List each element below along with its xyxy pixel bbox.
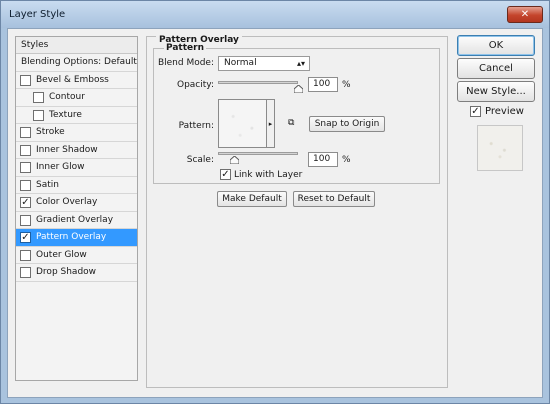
title-bar[interactable]: Layer Style ✕ [1,1,549,28]
style-item-label: Outer Glow [36,249,87,260]
style-item-label: Gradient Overlay [36,214,114,225]
opacity-slider[interactable] [218,81,298,84]
reset-to-default-button[interactable]: Reset to Default [293,191,375,207]
styles-header[interactable]: Styles [16,37,137,54]
preview-label: Preview [485,106,524,117]
blend-mode-label: Blend Mode: [157,58,214,68]
style-item-satin[interactable]: Satin [16,177,137,194]
link-with-layer-checkbox[interactable]: ✓ [220,169,231,180]
style-item-label: Inner Shadow [36,144,98,155]
new-preset-icon[interactable]: ⧉ [288,118,294,128]
style-item-checkbox[interactable] [20,179,31,191]
style-item-drop-shadow[interactable]: Drop Shadow [16,264,137,282]
scale-slider-thumb[interactable] [229,156,239,164]
style-item-checkbox[interactable] [33,92,44,103]
style-item-checkbox[interactable] [20,144,31,156]
new-style-button[interactable]: New Style... [457,81,535,102]
style-item-blending-options-default[interactable]: Blending Options: Default [16,54,137,72]
style-item-label: Pattern Overlay [36,232,107,242]
checkmark-icon: ✓ [21,232,30,243]
style-item-checkbox[interactable] [20,249,31,261]
style-item-label: Stroke [36,127,65,137]
styles-list: Styles Blending Options: Default Bevel & … [15,36,138,381]
style-item-label: Inner Glow [36,162,85,172]
style-item-label: Contour [49,92,85,102]
blend-mode-value: Normal [224,58,257,68]
blend-mode-select[interactable]: Normal ▴▾ [218,56,310,71]
style-item-checkbox[interactable] [20,127,31,138]
scale-slider[interactable] [218,152,298,155]
style-item-color-overlay[interactable]: ✓ Color Overlay [16,194,137,212]
style-item-checkbox[interactable]: ✓ [20,197,31,208]
close-icon: ✕ [520,9,530,20]
scale-input[interactable]: 100 [308,152,338,167]
checkmark-icon: ✓ [21,197,30,208]
make-default-button[interactable]: Make Default [217,191,287,207]
pattern-overlay-group: Pattern Overlay Pattern Blend Mode: Norm… [146,35,448,388]
style-item-label: Texture [49,109,82,120]
style-item-contour[interactable]: Contour [16,89,137,107]
style-item-stroke[interactable]: Stroke [16,124,137,142]
opacity-unit: % [342,80,351,90]
style-item-gradient-overlay[interactable]: Gradient Overlay [16,212,137,229]
style-item-checkbox[interactable] [20,267,31,278]
ok-button[interactable]: OK [457,35,535,56]
pattern-subgroup: Pattern Blend Mode: Normal ▴▾ Opacity: 1… [153,43,440,184]
checkmark-icon: ✓ [471,106,480,117]
window-title: Layer Style [9,9,66,20]
caret-right-icon: ▸ [268,120,273,128]
style-preview-swatch [477,125,523,171]
style-item-inner-shadow[interactable]: Inner Shadow [16,142,137,159]
close-button[interactable]: ✕ [507,6,543,23]
style-item-label: Satin [36,179,59,190]
opacity-slider-thumb[interactable] [293,85,303,93]
scale-unit: % [342,155,351,165]
style-item-texture[interactable]: Texture [16,107,137,124]
style-item-checkbox[interactable] [33,109,44,121]
style-item-label: Bevel & Emboss [36,74,109,85]
pattern-swatch[interactable] [218,99,267,148]
opacity-label: Opacity: [177,80,214,90]
pattern-picker-button[interactable]: ▸ [267,99,275,148]
chevron-updown-icon: ▴▾ [296,59,305,68]
pattern-label: Pattern: [178,121,214,131]
style-item-checkbox[interactable]: ✓ [20,232,31,243]
link-with-layer-label: Link with Layer [234,170,303,180]
layer-style-dialog: Layer Style ✕ Styles Blending Options: D… [0,0,550,404]
style-item-checkbox[interactable] [20,74,31,86]
style-item-bevel-emboss[interactable]: Bevel & Emboss [16,72,137,89]
style-item-label: Color Overlay [36,197,98,207]
style-item-pattern-overlay[interactable]: ✓ Pattern Overlay [16,229,137,247]
subgroup-title: Pattern [164,43,206,53]
cancel-button[interactable]: Cancel [457,58,535,79]
style-item-checkbox[interactable] [20,162,31,173]
style-item-inner-glow[interactable]: Inner Glow [16,159,137,177]
style-item-outer-glow[interactable]: Outer Glow [16,247,137,264]
preview-checkbox[interactable]: ✓ [470,106,481,117]
opacity-input[interactable]: 100 [308,77,338,92]
style-item-label: Drop Shadow [36,267,97,277]
dialog-body: Styles Blending Options: Default Bevel & … [7,28,543,398]
checkmark-icon: ✓ [221,169,230,180]
style-item-checkbox[interactable] [20,214,31,226]
scale-label: Scale: [186,155,214,165]
snap-to-origin-button[interactable]: Snap to Origin [309,116,385,132]
style-item-label: Blending Options: Default [21,57,137,67]
